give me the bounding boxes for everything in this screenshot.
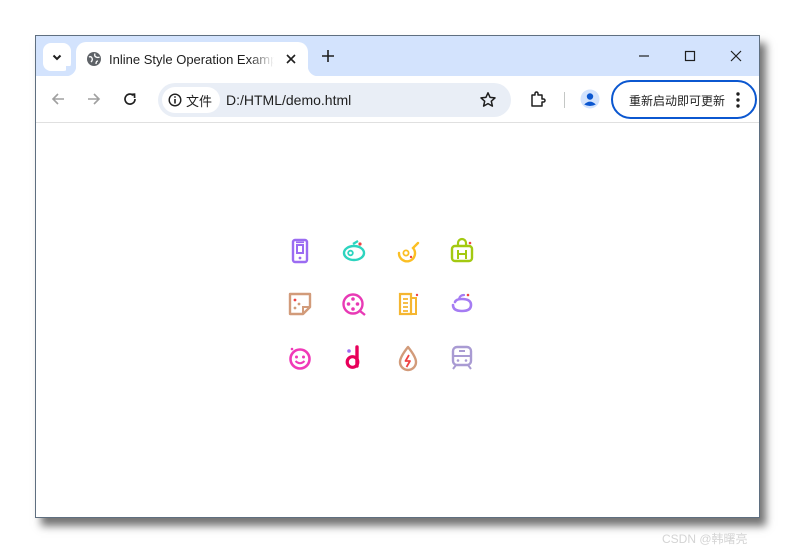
active-tab[interactable]: Inline Style Operation Example [66, 42, 318, 76]
extensions-button[interactable] [526, 87, 550, 111]
new-tab-button[interactable] [317, 45, 339, 67]
avatar-icon [580, 89, 600, 109]
close-window-button[interactable] [722, 42, 750, 70]
arrow-right-icon [88, 93, 101, 105]
security-chip-label: 文件 [186, 93, 213, 109]
browser-window: Inline Style Operation Example 文件 D:/HTM… [35, 35, 760, 518]
film-reel-icon [340, 290, 368, 318]
frying-pan-icon [394, 237, 422, 265]
close-icon [730, 50, 742, 62]
smiley-face-icon [286, 344, 314, 372]
reload-icon [124, 93, 136, 105]
puzzle-icon [531, 91, 546, 107]
shopping-bag-icon [448, 237, 476, 265]
page-content [36, 124, 759, 517]
address-bar[interactable]: 文件 D:/HTML/demo.html [158, 83, 511, 117]
profile-button[interactable] [578, 87, 602, 111]
tab-close-button[interactable] [282, 50, 300, 68]
cooking-pot-icon [340, 237, 368, 265]
minimize-button[interactable] [630, 42, 658, 70]
fire-drop-icon [394, 344, 422, 372]
close-icon [286, 54, 296, 64]
url-text[interactable]: D:/HTML/demo.html [226, 92, 351, 108]
train-icon [448, 344, 476, 372]
minimize-icon [639, 55, 649, 57]
chevron-down-icon [52, 54, 62, 61]
site-info-chip[interactable]: 文件 [162, 87, 221, 113]
sticky-note-icon [286, 290, 314, 318]
tea-cup-icon [448, 290, 476, 318]
tab-title: Inline Style Operation Example [109, 52, 274, 67]
phone-icon [286, 237, 314, 265]
arrow-left-icon [51, 93, 64, 105]
toolbar-separator [564, 92, 565, 108]
bilibili-icon [340, 344, 368, 372]
plus-icon [322, 50, 334, 62]
update-button[interactable]: 重新启动即可更新 [611, 80, 757, 119]
bookmark-button[interactable] [477, 89, 499, 111]
forward-button[interactable] [82, 87, 106, 111]
maximize-button[interactable] [676, 42, 704, 70]
info-icon [168, 93, 182, 107]
update-button-label: 重新启动即可更新 [629, 94, 726, 108]
back-button[interactable] [46, 87, 70, 111]
icon-grid [36, 124, 759, 517]
watermark: CSDN @韩曙亮 [662, 532, 748, 546]
toolbar: 文件 D:/HTML/demo.html 重新启动即可更新 [36, 76, 759, 123]
title-bar: Inline Style Operation Example [36, 36, 759, 76]
more-vert-icon[interactable] [735, 91, 741, 109]
maximize-icon [684, 50, 696, 62]
star-icon [480, 92, 496, 107]
globe-icon [87, 52, 101, 66]
newspaper-icon [394, 290, 422, 318]
reload-button[interactable] [118, 87, 142, 111]
